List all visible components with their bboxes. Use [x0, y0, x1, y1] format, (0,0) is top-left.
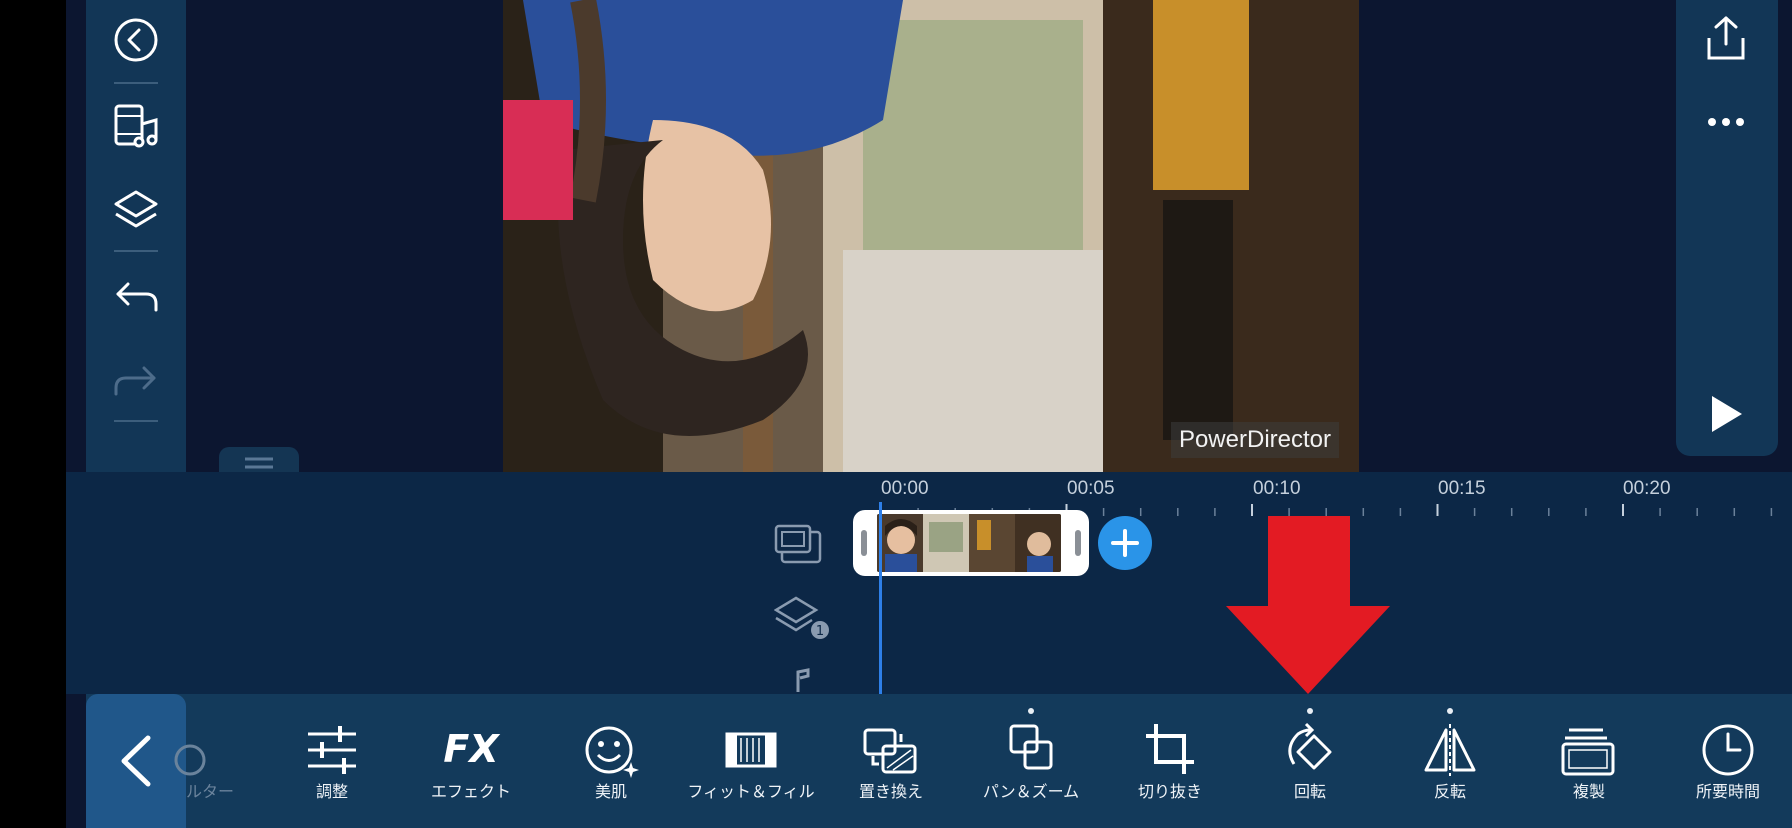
plus-icon: [1111, 529, 1139, 557]
filter-icon: [174, 744, 206, 776]
indicator-dot: [1307, 708, 1313, 714]
layer-count-badge: 1: [816, 624, 824, 639]
duplicate-icon: [1561, 728, 1615, 776]
media-music-icon: [114, 104, 158, 148]
chevron-left-icon: [121, 735, 151, 787]
indicator-dot: [1447, 708, 1453, 714]
drag-handle-icon: [245, 457, 273, 469]
video-track-icon: [774, 522, 822, 570]
clip-toolbar: ルター 調整 FX エフェクト 美肌 フィット＆フィル 置き換え パン＆ズーム …: [86, 694, 1792, 828]
skin-smile-icon: [585, 726, 639, 778]
tool-effect[interactable]: FX エフェクト: [401, 694, 541, 828]
more-dots-icon: [1708, 118, 1744, 126]
tool-adjust[interactable]: 調整: [262, 694, 402, 828]
tool-label: 所要時間: [1695, 782, 1760, 801]
play-icon: [1712, 396, 1742, 432]
layers-icon: [114, 190, 158, 228]
rail-divider: [114, 82, 158, 84]
tick-label: 00:20: [1623, 478, 1671, 499]
tick-label: 00:05: [1067, 478, 1115, 499]
tool-duration[interactable]: 所要時間: [1658, 694, 1792, 828]
rotate-icon: [1288, 722, 1332, 770]
tool-label: 美肌: [594, 782, 627, 801]
tick-label: 00:00: [881, 478, 929, 499]
flip-icon: [1424, 724, 1476, 776]
tick-label: 00:15: [1438, 478, 1486, 499]
clip-thumbnails: [877, 514, 1061, 572]
indicator-dot: [1028, 708, 1034, 714]
tool-label: 切り抜き: [1137, 782, 1202, 801]
playhead[interactable]: [879, 502, 882, 694]
tool-crop[interactable]: 切り抜き: [1100, 694, 1240, 828]
tool-label: 調整: [315, 782, 348, 801]
tool-skin-smoothing[interactable]: 美肌: [541, 694, 681, 828]
tool-label: フィット＆フィル: [687, 782, 815, 801]
pan-zoom-icon: [1009, 724, 1053, 770]
more-options-button[interactable]: [1696, 92, 1756, 152]
tool-label: ルター: [186, 782, 235, 801]
annotation-arrow: [1226, 516, 1390, 694]
tool-fit-fill[interactable]: フィット＆フィル: [681, 694, 821, 828]
tick-label: 00:10: [1253, 478, 1301, 499]
tool-pan-zoom[interactable]: パン＆ズーム: [961, 694, 1101, 828]
tool-label: 複製: [1572, 782, 1605, 801]
export-button[interactable]: [1696, 8, 1756, 68]
media-library-button[interactable]: [106, 96, 166, 156]
tool-label: 回転: [1293, 782, 1326, 801]
clip-trim-handle-right[interactable]: [1075, 530, 1081, 556]
redo-button[interactable]: [106, 350, 166, 410]
watermark: PowerDirector: [1170, 422, 1339, 458]
right-rail: [1676, 0, 1778, 456]
tool-label: パン＆ズーム: [982, 782, 1080, 801]
fit-fill-icon: [725, 732, 777, 768]
tool-rotate[interactable]: 回転: [1240, 694, 1380, 828]
timeline[interactable]: 00:00 00:05 00:10 00:15 00:20 1: [66, 472, 1792, 694]
preview-image: [503, 0, 1359, 472]
tool-filter-partial[interactable]: ルター: [156, 694, 276, 828]
back-circle-button[interactable]: [106, 10, 166, 70]
share-upload-icon: [1707, 16, 1745, 60]
duration-clock-icon: [1702, 724, 1754, 776]
undo-icon: [116, 282, 158, 312]
video-preview[interactable]: PowerDirector: [503, 0, 1359, 472]
tool-label: エフェクト: [430, 782, 511, 801]
tool-replace[interactable]: 置き換え: [821, 694, 961, 828]
audio-track-icon: [790, 668, 814, 696]
rail-divider: [114, 420, 158, 422]
back-circle-icon: [114, 18, 158, 62]
video-clip[interactable]: [853, 510, 1089, 576]
clip-trim-handle-left[interactable]: [861, 530, 867, 556]
crop-icon: [1146, 724, 1194, 774]
tool-label: 置き換え: [858, 782, 923, 801]
svg-text:FX: FX: [443, 727, 500, 771]
fx-icon: FX: [443, 727, 500, 771]
layers-button[interactable]: [106, 180, 166, 240]
tool-flip[interactable]: 反転: [1380, 694, 1520, 828]
play-button[interactable]: [1696, 384, 1756, 444]
overlay-track-icon: 1: [773, 596, 830, 644]
tool-duplicate[interactable]: 複製: [1519, 694, 1659, 828]
panel-resize-handle[interactable]: [219, 447, 299, 473]
adjust-sliders-icon: [308, 726, 356, 774]
replace-icon: [863, 728, 917, 774]
undo-button[interactable]: [106, 266, 166, 326]
add-clip-button[interactable]: [1098, 516, 1152, 570]
rail-divider: [114, 250, 158, 252]
redo-icon: [114, 366, 156, 396]
tool-label: 反転: [1433, 782, 1466, 801]
